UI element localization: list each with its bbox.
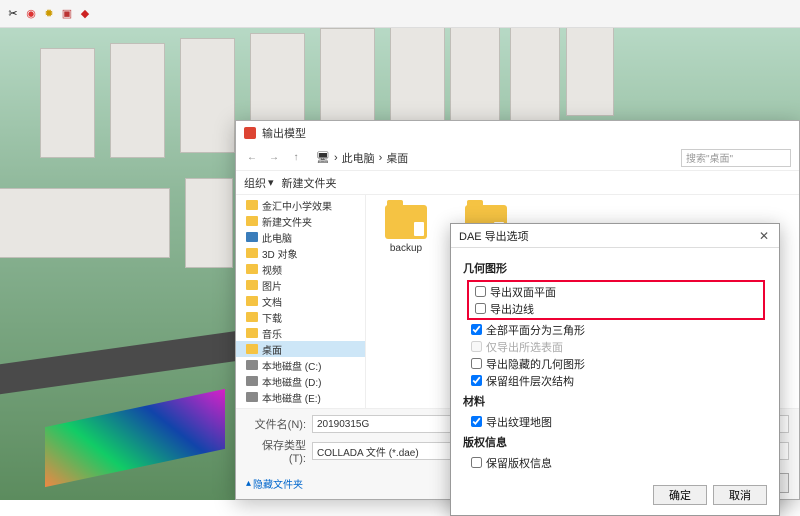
dialog-title: 输出模型 — [262, 125, 306, 141]
tree-node[interactable]: 文档 — [236, 293, 365, 309]
pc-icon: 🖥 — [316, 151, 330, 164]
tree-node[interactable]: 桌面 — [236, 341, 365, 357]
tree-node[interactable]: 视频 — [236, 261, 365, 277]
disk-icon — [246, 392, 258, 402]
cancel-button-opts[interactable]: 取消 — [713, 485, 767, 505]
gem-icon[interactable]: ◆ — [78, 7, 92, 21]
tree-node[interactable]: 金汇中小学效果 — [236, 197, 365, 213]
organize-button[interactable]: 组织 ▾ — [244, 175, 274, 191]
opt-triangulate[interactable]: 全部平面分为三角形 — [465, 321, 765, 338]
tree-node[interactable]: 新建文件夹 — [236, 213, 365, 229]
disk-icon — [246, 376, 258, 386]
section-credits: 版权信息 — [463, 434, 765, 450]
new-folder-button[interactable]: 新建文件夹 — [282, 175, 337, 191]
ok-button[interactable]: 确定 — [653, 485, 707, 505]
lamp-icon[interactable]: ✹ — [42, 7, 56, 21]
folder-icon — [246, 216, 258, 226]
breadcrumb[interactable]: 🖥 › 此电脑 › 桌面 — [310, 150, 675, 166]
tree-node[interactable]: 本地磁盘 (D:) — [236, 373, 365, 389]
opt-hidden-geom[interactable]: 导出隐藏的几何图形 — [465, 355, 765, 372]
tree-node[interactable]: 本地磁盘 (E:) — [236, 389, 365, 405]
opt-two-sided[interactable]: 导出双面平面 — [469, 283, 763, 300]
folder-icon — [246, 312, 258, 322]
tree-node[interactable]: 3D 对象 — [236, 245, 365, 261]
folder-icon — [246, 200, 258, 210]
gift-icon[interactable]: ▣ — [60, 7, 74, 21]
opt-hierarchy[interactable]: 保留组件层次结构 — [465, 372, 765, 389]
folder-icon — [246, 344, 258, 354]
options-title: DAE 导出选项 — [459, 228, 529, 244]
app-icon — [244, 127, 256, 139]
nav-back-icon[interactable]: ← — [244, 150, 260, 166]
chevron-down-icon: ▾ — [268, 176, 274, 189]
file-item[interactable]: backup — [376, 205, 436, 254]
search-input[interactable]: 搜索"桌面" — [681, 149, 791, 167]
tree-node[interactable]: 图片 — [236, 277, 365, 293]
filename-label: 文件名(N): — [246, 416, 306, 432]
options-titlebar: DAE 导出选项 ✕ — [451, 224, 779, 248]
folder-icon — [246, 328, 258, 338]
scissors-icon[interactable]: ✂ — [6, 7, 20, 21]
dialog-nav: ← → ↑ 🖥 › 此电脑 › 桌面 搜索"桌面" — [236, 145, 799, 171]
disk-icon — [246, 360, 258, 370]
folder-icon — [246, 264, 258, 274]
opt-credits[interactable]: 保留版权信息 — [465, 454, 765, 471]
dialog-titlebar: 输出模型 — [236, 121, 799, 145]
close-icon[interactable]: ✕ — [757, 229, 771, 243]
section-geometry: 几何图形 — [463, 260, 765, 276]
opt-selection-only: 仅导出所选表面 — [465, 338, 765, 355]
folder-icon — [246, 248, 258, 258]
folder-icon — [385, 205, 427, 239]
dae-options-dialog: DAE 导出选项 ✕ 几何图形 导出双面平面 导出边线 全部平面分为三角形 仅导… — [450, 223, 780, 516]
dialog-toolbar: 组织 ▾ 新建文件夹 — [236, 171, 799, 195]
main-toolbar: ✂ ◉ ✹ ▣ ◆ — [0, 0, 800, 28]
highlighted-region: 导出双面平面 导出边线 — [467, 280, 765, 320]
filetype-label: 保存类型(T): — [246, 437, 306, 465]
folder-tree[interactable]: 金汇中小学效果新建文件夹此电脑3D 对象视频图片文档下载音乐桌面本地磁盘 (C:… — [236, 195, 366, 408]
tree-node[interactable]: 下载 — [236, 309, 365, 325]
nav-up-icon[interactable]: ↑ — [288, 150, 304, 166]
tree-node[interactable]: 此电脑 — [236, 229, 365, 245]
pc-icon — [246, 232, 258, 242]
section-materials: 材料 — [463, 393, 765, 409]
opt-edges[interactable]: 导出边线 — [469, 300, 763, 317]
folder-icon — [246, 280, 258, 290]
nav-fwd-icon[interactable]: → — [266, 150, 282, 166]
sphere-icon[interactable]: ◉ — [24, 7, 38, 21]
folder-icon — [246, 296, 258, 306]
hide-folders-link[interactable]: ▴ 隐藏文件夹 — [246, 476, 303, 491]
tree-node[interactable]: 本地磁盘 (C:) — [236, 357, 365, 373]
tree-node[interactable]: 音乐 — [236, 325, 365, 341]
opt-textures[interactable]: 导出纹理地图 — [465, 413, 765, 430]
